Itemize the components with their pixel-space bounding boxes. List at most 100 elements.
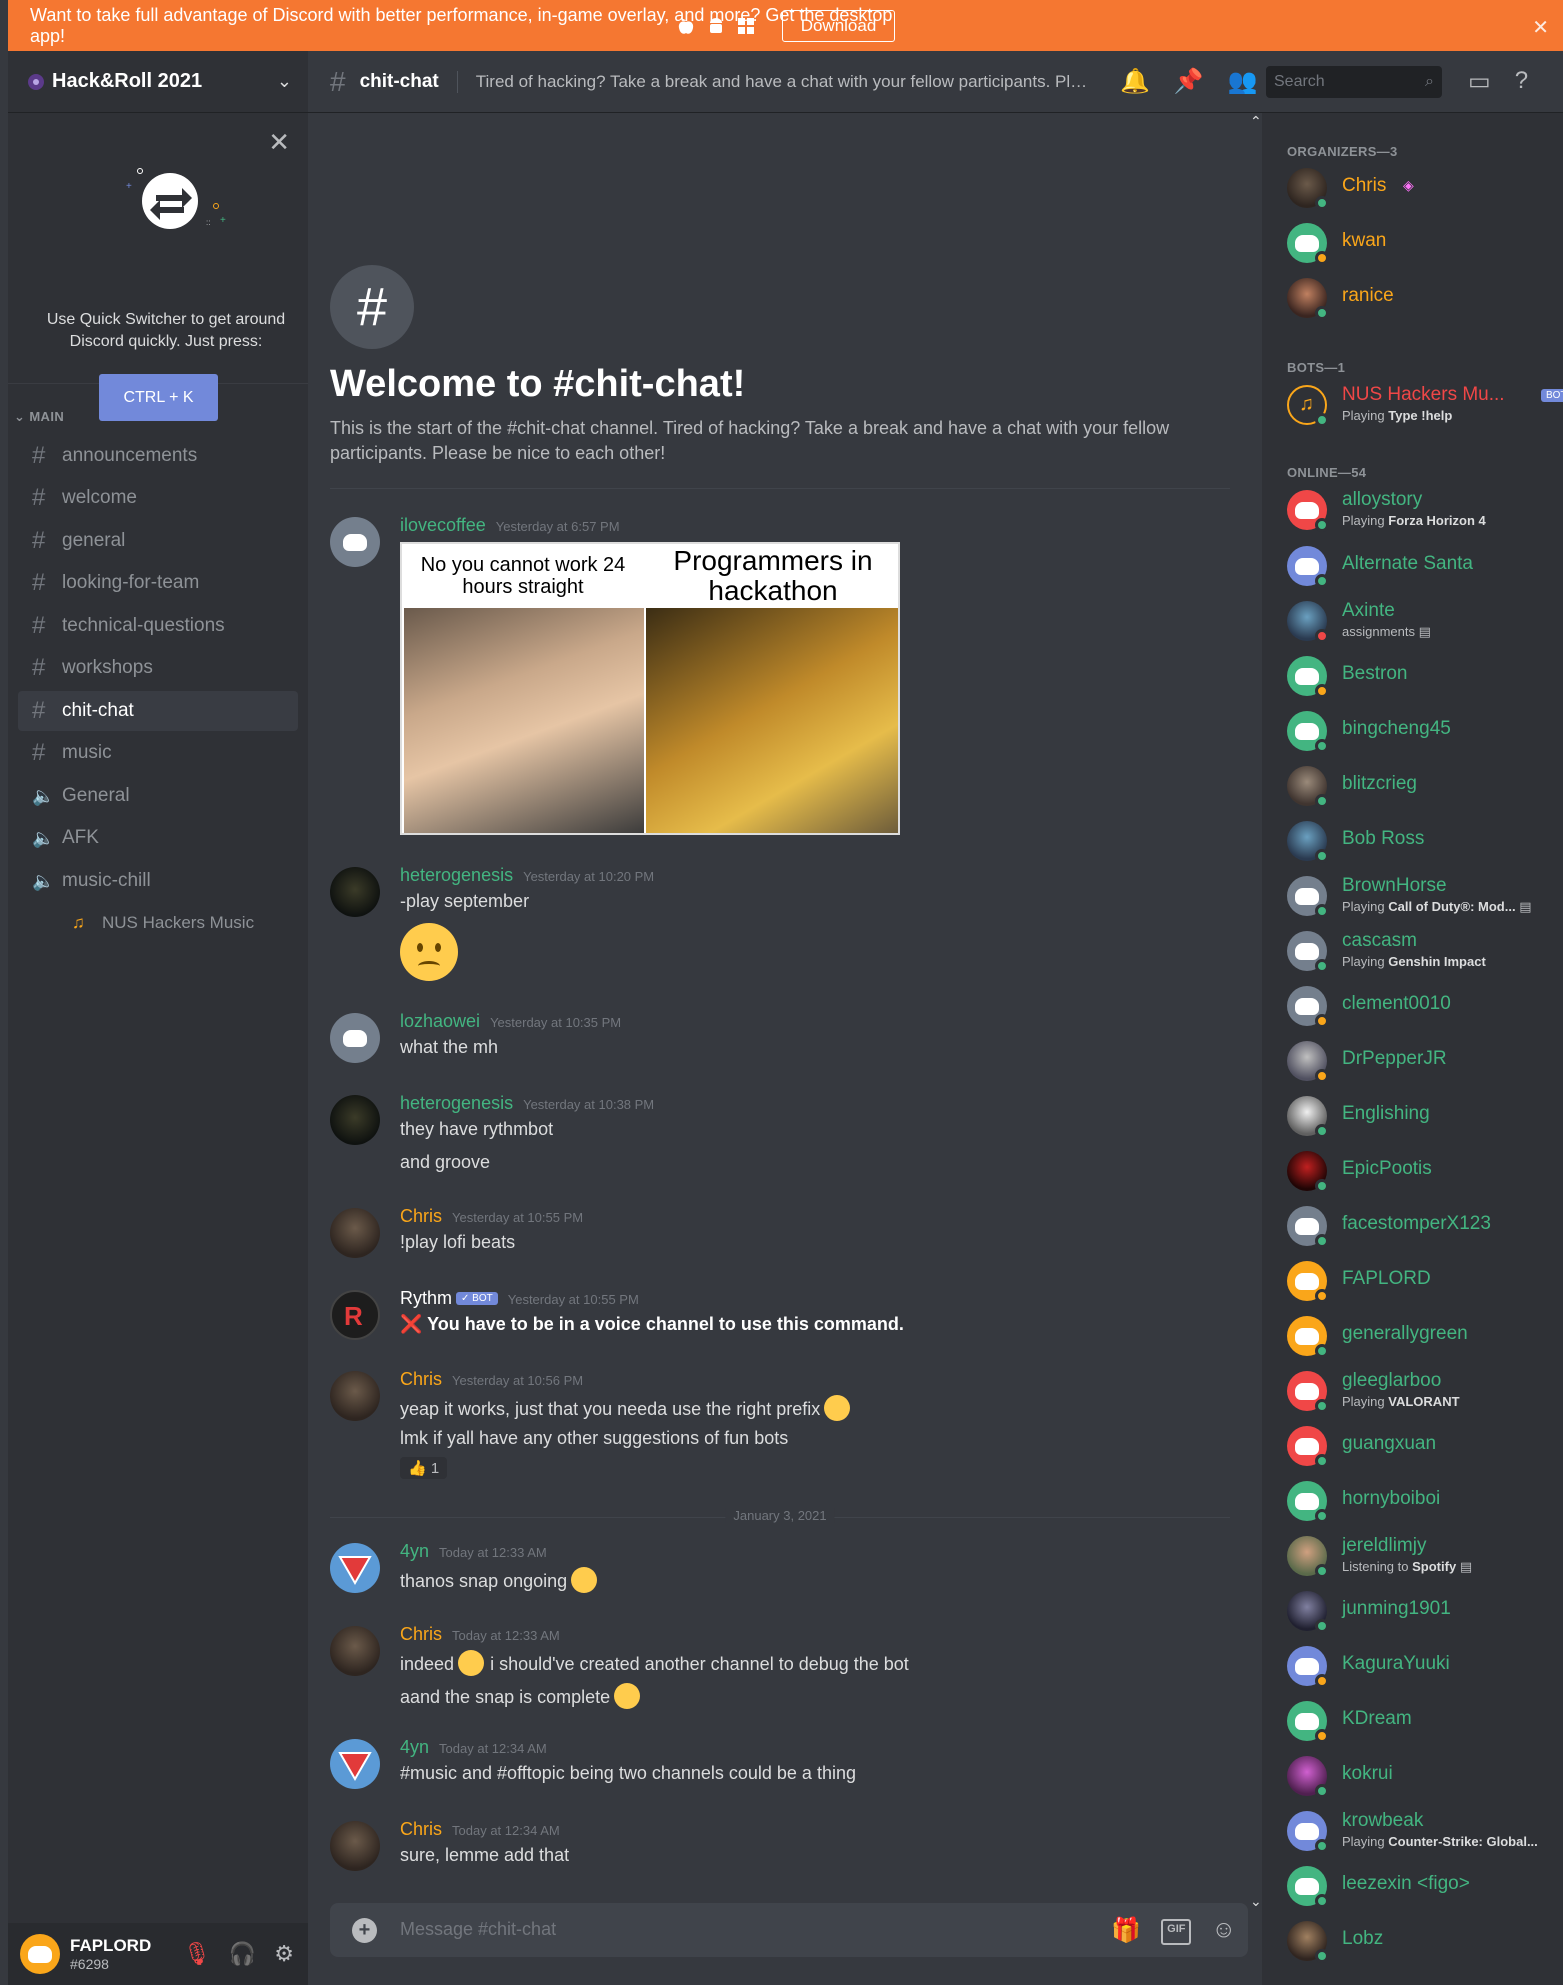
voice-member[interactable]: ♫ NUS Hackers Music (64, 903, 344, 943)
scrollbar[interactable]: ⌃ ⌄ (1248, 113, 1262, 1913)
meme-photo-left (404, 608, 644, 833)
gift-icon[interactable]: 🎁 (1111, 1916, 1141, 1945)
channel-chit-chat[interactable]: # chit-chat (18, 691, 298, 731)
message-author[interactable]: Rythm (400, 1288, 452, 1308)
message-text: ❌ You have to be in a voice channel to u… (400, 1314, 904, 1334)
member-item[interactable]: hornyboiboi (1287, 1479, 1563, 1523)
avatar[interactable] (20, 1934, 60, 1974)
avatar[interactable] (330, 1208, 380, 1258)
channel-workshops[interactable]: # workshops (18, 648, 298, 688)
close-icon[interactable]: ✕ (268, 127, 290, 158)
member-item[interactable]: facestomperX123 (1287, 1204, 1563, 1248)
member-item[interactable]: Chris ◈ (1287, 166, 1563, 210)
member-item[interactable]: junming1901 (1287, 1589, 1563, 1633)
avatar[interactable] (330, 1626, 380, 1676)
banner-close-icon[interactable]: ✕ (1532, 15, 1549, 40)
channel-welcome[interactable]: # welcome (18, 478, 298, 518)
member-item[interactable]: Lobz (1287, 1919, 1563, 1963)
member-item[interactable]: Englishing (1287, 1094, 1563, 1138)
member-item[interactable]: Alternate Santa (1287, 544, 1563, 588)
member-item[interactable]: DrPepperJR (1287, 1039, 1563, 1083)
message-composer[interactable]: + Message #chit-chat 🎁 GIF ☺ (330, 1903, 1248, 1957)
avatar[interactable] (330, 1095, 380, 1145)
member-item[interactable]: BrownHorse Playing Call of Duty®: Mod... … (1287, 874, 1563, 918)
message-author[interactable]: 4yn (400, 1737, 429, 1757)
gif-button[interactable]: GIF (1161, 1919, 1192, 1945)
channel-technical-questions[interactable]: # technical-questions (18, 606, 298, 646)
avatar[interactable] (330, 1371, 380, 1421)
scroll-down-icon[interactable]: ⌄ (1250, 1893, 1262, 1910)
message-author[interactable]: Chris (400, 1206, 442, 1226)
message-author[interactable]: Chris (400, 1624, 442, 1644)
emoji-picker-icon[interactable]: ☺ (1211, 1916, 1236, 1945)
status-indicator (1315, 1674, 1329, 1688)
bell-icon[interactable]: 🔔 (1120, 67, 1150, 96)
message-author[interactable]: 4yn (400, 1541, 429, 1561)
meme-image[interactable]: No you cannot work 24 hours straight Pro… (400, 542, 900, 835)
channel-announcements[interactable]: # announcements (18, 436, 298, 476)
member-item[interactable]: guangxuan (1287, 1424, 1563, 1468)
voice-channel-music-chill[interactable]: 🔈 music-chill (18, 861, 298, 901)
avatar[interactable] (330, 1821, 380, 1871)
search-input[interactable]: Search ⌕ (1266, 66, 1442, 98)
member-item[interactable]: krowbeak Playing Counter-Strike: Global..… (1287, 1809, 1563, 1853)
headphones-icon[interactable]: 🎧 (229, 1941, 256, 1967)
member-item[interactable]: ranice (1287, 276, 1563, 320)
svg-text:+: + (220, 215, 226, 226)
member-item[interactable]: Axinte assignments ▤ (1287, 599, 1563, 643)
member-item[interactable]: leezexin <figo> (1287, 1864, 1563, 1908)
member-name: BrownHorse (1342, 875, 1447, 896)
shortcut-button[interactable]: CTRL + K (99, 374, 218, 421)
member-item[interactable]: kwan (1287, 221, 1563, 265)
member-item[interactable]: EpicPootis (1287, 1149, 1563, 1193)
message-author[interactable]: Chris (400, 1819, 442, 1839)
mute-mic-icon[interactable]: 🎙 (183, 1941, 211, 1967)
member-item[interactable]: gleeglarboo Playing VALORANT (1287, 1369, 1563, 1413)
member-item[interactable]: ♫ NUS Hackers Mu... BOT Playing Type !help (1287, 383, 1563, 427)
scroll-up-icon[interactable]: ⌃ (1250, 113, 1262, 130)
member-item[interactable]: KaguraYuuki (1287, 1644, 1563, 1688)
avatar[interactable] (330, 1543, 380, 1593)
server-header[interactable]: Hack&Roll 2021 ⌄ (8, 51, 308, 113)
member-item[interactable]: bingcheng45 (1287, 709, 1563, 753)
avatar[interactable] (330, 517, 380, 567)
members-group-header: BOTS—1 (1287, 360, 1346, 375)
member-item[interactable]: Bestron (1287, 654, 1563, 698)
avatar[interactable]: R (330, 1290, 380, 1340)
member-item[interactable]: generallygreen (1287, 1314, 1563, 1358)
members-icon[interactable]: 👥 (1228, 67, 1258, 96)
user-tag: #6298 (70, 1956, 109, 1972)
message-author[interactable]: heterogenesis (400, 1093, 513, 1113)
pin-icon[interactable]: 📌 (1174, 67, 1204, 96)
inbox-icon[interactable]: ▭ (1468, 67, 1491, 96)
channel-topic[interactable]: Tired of hacking? Take a break and have … (476, 72, 1096, 92)
message-author[interactable]: heterogenesis (400, 865, 513, 885)
member-item[interactable]: blitzcrieg (1287, 764, 1563, 808)
channel-music[interactable]: # music (18, 733, 298, 773)
member-item[interactable]: kokrui (1287, 1754, 1563, 1798)
message-author[interactable]: Chris (400, 1369, 442, 1389)
member-item[interactable]: KDream (1287, 1699, 1563, 1743)
voice-channel-general[interactable]: 🔈 General (18, 776, 298, 816)
member-item[interactable]: FAPLORD (1287, 1259, 1563, 1303)
message-author[interactable]: lozhaowei (400, 1011, 480, 1031)
reaction-thumbs-up[interactable]: 👍 1 (400, 1457, 448, 1479)
message-author[interactable]: ilovecoffee (400, 515, 486, 535)
gear-icon[interactable]: ⚙ (274, 1941, 294, 1967)
help-icon[interactable]: ? (1515, 67, 1528, 96)
message-input[interactable]: Message #chit-chat (400, 1919, 556, 1940)
member-item[interactable]: alloystory Playing Forza Horizon 4 (1287, 488, 1563, 532)
avatar[interactable] (330, 867, 380, 917)
member-item[interactable]: cascasm Playing Genshin Impact (1287, 929, 1563, 973)
chevron-down-icon[interactable]: ⌄ (277, 71, 292, 92)
member-item[interactable]: jereldlimjy Listening to Spotify ▤ (1287, 1534, 1563, 1578)
add-attachment-icon[interactable]: + (352, 1918, 377, 1943)
channel-general[interactable]: # general (18, 521, 298, 561)
category-main[interactable]: ⌄ MAIN (14, 409, 64, 425)
voice-channel-afk[interactable]: 🔈 AFK (18, 818, 298, 858)
member-item[interactable]: Bob Ross (1287, 819, 1563, 863)
channel-looking-for-team[interactable]: # looking-for-team (18, 563, 298, 603)
avatar[interactable] (330, 1013, 380, 1063)
member-item[interactable]: clement0010 (1287, 984, 1563, 1028)
avatar[interactable] (330, 1739, 380, 1789)
